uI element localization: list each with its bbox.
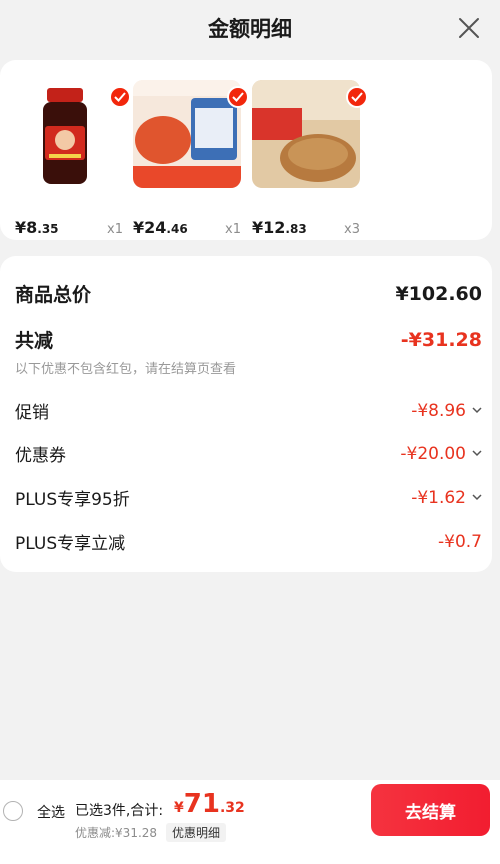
product-item[interactable]: ¥8.35 x1 (15, 80, 133, 237)
discount-value: -¥0.7 (438, 531, 482, 552)
product-price: ¥8.35 (15, 218, 59, 237)
selected-info: 已选3件,合计: (75, 803, 164, 819)
checkout-button[interactable]: 去结算 (371, 784, 490, 836)
chevron-down-icon (472, 494, 482, 501)
product-image (15, 80, 123, 188)
total-price-label: 商品总价 (15, 284, 92, 306)
checked-icon (227, 86, 249, 108)
discount-value: -¥20.00 (400, 444, 482, 464)
total-reduce-label: 共减 (15, 330, 54, 352)
discount-detail-button[interactable]: 优惠明细 (166, 823, 227, 842)
discount-row-plus-95[interactable]: PLUS专享95折 -¥1.62 (15, 485, 482, 510)
product-quantity: x3 (344, 222, 360, 237)
select-all-label[interactable]: 全选 (37, 802, 65, 822)
discount-row-promo[interactable]: 促销 -¥8.96 (15, 398, 482, 423)
meat-floss-can-image (252, 80, 360, 188)
discount-value: -¥8.96 (411, 401, 482, 421)
product-item[interactable]: ¥12.83 x3 (252, 80, 370, 237)
product-price: ¥12.83 (252, 218, 307, 237)
total-reduce-value: -¥31.28 (400, 328, 482, 351)
discount-label: PLUS专享95折 (15, 490, 130, 510)
close-icon[interactable] (456, 15, 482, 41)
checked-icon (109, 86, 131, 108)
product-price-row: ¥24.46 x1 (133, 218, 241, 237)
snack-bag-image (133, 80, 241, 188)
discount-label: PLUS专享立减 (15, 534, 126, 554)
product-quantity: x1 (107, 222, 123, 237)
discount-note: 以下优惠不包含红包，请在结算页查看 (15, 362, 237, 377)
discount-row-plus-reduce: PLUS专享立减 -¥0.7 (15, 529, 482, 555)
checked-icon (346, 86, 368, 108)
chevron-down-icon (472, 450, 482, 457)
checkout-bar: 全选 已选3件,合计: ¥71.32 优惠减:¥31.28 优惠明细 去结算 (0, 780, 500, 864)
product-image (133, 80, 241, 188)
product-image (252, 80, 360, 188)
product-list: ¥8.35 x1 ¥24.46 x1 ¥12.83 x3 (0, 60, 492, 240)
product-price-row: ¥8.35 x1 (15, 218, 123, 237)
total-price-value: ¥102.60 (395, 282, 482, 305)
total-reduce-row: 共减 -¥31.28 (15, 326, 482, 353)
sauce-jar-image (43, 88, 87, 184)
select-all-radio[interactable] (3, 801, 23, 821)
total-price-row: 商品总价 ¥102.60 (15, 280, 482, 307)
chevron-down-icon (472, 407, 482, 414)
discount-row-coupon[interactable]: 优惠券 -¥20.00 (15, 441, 482, 466)
discount-value: -¥1.62 (411, 488, 482, 508)
order-total: ¥71.32 (174, 789, 245, 819)
product-quantity: x1 (225, 222, 241, 237)
discount-summary: 优惠减:¥31.28 (75, 826, 158, 840)
product-price-row: ¥12.83 x3 (252, 218, 360, 237)
header: 金额明细 (0, 0, 500, 56)
product-item[interactable]: ¥24.46 x1 (133, 80, 251, 237)
page-title: 金额明细 (208, 17, 292, 41)
discount-label: 优惠券 (15, 446, 66, 466)
discount-label: 促销 (15, 403, 49, 423)
product-price: ¥24.46 (133, 218, 188, 237)
